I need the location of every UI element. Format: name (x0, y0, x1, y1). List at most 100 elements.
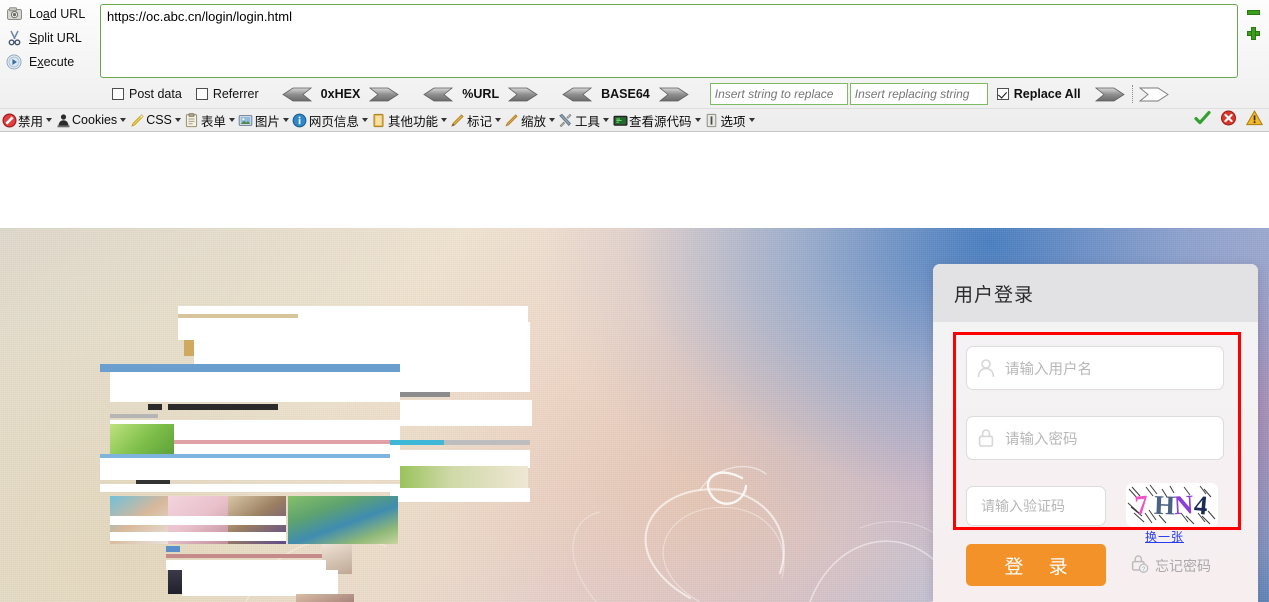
menu-item-misc[interactable]: 其他功能 (370, 110, 449, 131)
url-input[interactable] (100, 4, 1238, 78)
forgot-password-link[interactable]: ? 忘记密码 (1129, 553, 1211, 579)
base64-label: BASE64 (601, 87, 650, 101)
hex-label: 0xHEX (320, 87, 361, 101)
chevron-down-icon (174, 118, 181, 122)
developer-menubar: 禁用 Cookies CSS 表单 图片 网页信息 其他功能 标记 缩放 工具 … (0, 108, 1269, 131)
split-url-label: Split URL (29, 31, 82, 45)
split-url-button[interactable]: Split URL (0, 26, 96, 50)
menu-label: CSS (146, 113, 172, 127)
replace-all-label: Replace All (1013, 87, 1081, 101)
login-panel: 用户登录 请输入用户名 请输入密码 请输入验证码 7 H N 4 换一张 登 录… (933, 264, 1258, 602)
menu-item-outline[interactable]: 标记 (449, 110, 503, 131)
error-icon[interactable] (1220, 110, 1237, 131)
replace-all-checkbox[interactable]: Replace All (996, 87, 1081, 101)
css-icon (129, 112, 145, 128)
misc-icon (371, 112, 387, 128)
captcha-field[interactable]: 请输入验证码 (966, 486, 1106, 526)
login-panel-header: 用户登录 (933, 264, 1258, 322)
captcha-refresh-link[interactable]: 换一张 (1145, 528, 1184, 545)
menu-label: Cookies (72, 113, 118, 127)
toolbar-divider (1131, 85, 1133, 103)
menu-label: 其他功能 (387, 114, 438, 129)
execute-icon (3, 52, 25, 72)
decode-hex-arrow-icon[interactable] (281, 87, 312, 102)
menu-label: 选项 (720, 114, 746, 129)
menu-item-view-source[interactable]: 查看源代码 (611, 110, 703, 131)
login-form: 请输入用户名 请输入密码 请输入验证码 7 H N 4 换一张 登 录 ? 忘记… (933, 322, 1258, 602)
execute-button[interactable]: Execute (0, 50, 96, 74)
password-field[interactable]: 请输入密码 (966, 416, 1224, 460)
page-top-whitespace (0, 132, 1269, 228)
menu-label: 标记 (466, 114, 492, 129)
chevron-down-icon (548, 118, 555, 122)
checkbox-icon (996, 88, 1009, 100)
decode-url-arrow-icon[interactable] (422, 87, 454, 102)
captcha-image[interactable]: 7 H N 4 (1126, 483, 1218, 527)
disable-icon (1, 112, 17, 128)
post-data-label: Post data (129, 87, 182, 101)
load-url-icon (3, 4, 25, 24)
chevron-down-icon (282, 118, 289, 122)
encode-url-arrow-icon[interactable] (508, 87, 539, 102)
svg-text:H: H (1154, 490, 1176, 521)
hex-encoder-group: 0xHEX (281, 87, 401, 102)
captcha-placeholder: 请输入验证码 (981, 498, 1065, 514)
forms-icon (184, 112, 200, 128)
chevron-down-icon (603, 118, 609, 122)
zoom-buttons (1246, 6, 1264, 48)
lock-icon (967, 427, 1005, 449)
base64-encoder-group: BASE64 (561, 87, 690, 102)
check-ok-icon[interactable] (1194, 110, 1211, 131)
svg-text:4: 4 (1193, 490, 1209, 521)
menu-item-css[interactable]: CSS (128, 110, 183, 131)
replace-apply-arrow-icon[interactable] (1094, 87, 1126, 102)
browser-dev-toolbar: Load URL Split URL Execute https://oc.ab… (0, 0, 1269, 132)
menu-item-images[interactable]: 图片 (237, 110, 291, 131)
menu-item-disable[interactable]: 禁用 (0, 110, 54, 131)
zoom-out-button[interactable] (1246, 6, 1261, 19)
username-placeholder: 请输入用户名 (1005, 361, 1092, 378)
svg-text:?: ? (1142, 566, 1146, 573)
login-submit-button[interactable]: 登 录 (966, 544, 1106, 586)
chevron-down-icon (361, 118, 368, 122)
username-field[interactable]: 请输入用户名 (966, 346, 1224, 390)
user-icon (967, 357, 1005, 379)
replace-with-input[interactable] (849, 83, 988, 105)
menu-item-forms[interactable]: 表单 (183, 110, 237, 131)
referrer-checkbox[interactable]: Referrer (195, 87, 259, 101)
chevron-down-icon (694, 118, 701, 122)
menu-item-cookies[interactable]: Cookies (54, 110, 128, 131)
password-placeholder: 请输入密码 (1005, 431, 1078, 448)
menu-label: 网页信息 (308, 114, 359, 129)
menu-label: 工具 (574, 114, 600, 129)
replace-revert-arrow-icon[interactable] (1138, 87, 1170, 102)
browser-viewport: 用户登录 请输入用户名 请输入密码 请输入验证码 7 H N 4 换一张 登 录… (0, 132, 1269, 602)
menu-item-options[interactable]: 选项 (703, 110, 757, 131)
split-url-icon (3, 28, 25, 48)
redacted-page-content (100, 228, 580, 602)
svg-text:N: N (1173, 489, 1195, 520)
page-title: 用户登录 (954, 284, 1035, 306)
encode-hex-arrow-icon[interactable] (369, 87, 400, 102)
checkbox-icon (112, 88, 124, 100)
validation-status-group (1194, 109, 1264, 131)
execute-label: Execute (29, 55, 75, 69)
menu-label: 图片 (254, 114, 280, 129)
menu-item-page-info[interactable]: 网页信息 (291, 110, 370, 131)
view-source-icon (612, 112, 628, 128)
menu-label: 缩放 (520, 114, 546, 129)
zoom-in-button[interactable] (1246, 27, 1261, 40)
encode-base64-arrow-icon[interactable] (658, 87, 690, 102)
load-url-label: Load URL (29, 7, 86, 21)
decode-base64-arrow-icon[interactable] (561, 87, 593, 102)
tools-icon (558, 112, 574, 128)
forgot-password-label: 忘记密码 (1155, 558, 1211, 574)
menu-item-resize[interactable]: 缩放 (503, 110, 557, 131)
warning-icon[interactable] (1245, 109, 1264, 131)
checkbox-icon (195, 88, 208, 100)
replace-find-input[interactable] (709, 83, 848, 105)
post-data-checkbox[interactable]: Post data (112, 87, 182, 101)
images-icon (238, 112, 254, 128)
menu-item-tools[interactable]: 工具 (557, 110, 611, 131)
load-url-button[interactable]: Load URL (0, 2, 96, 26)
